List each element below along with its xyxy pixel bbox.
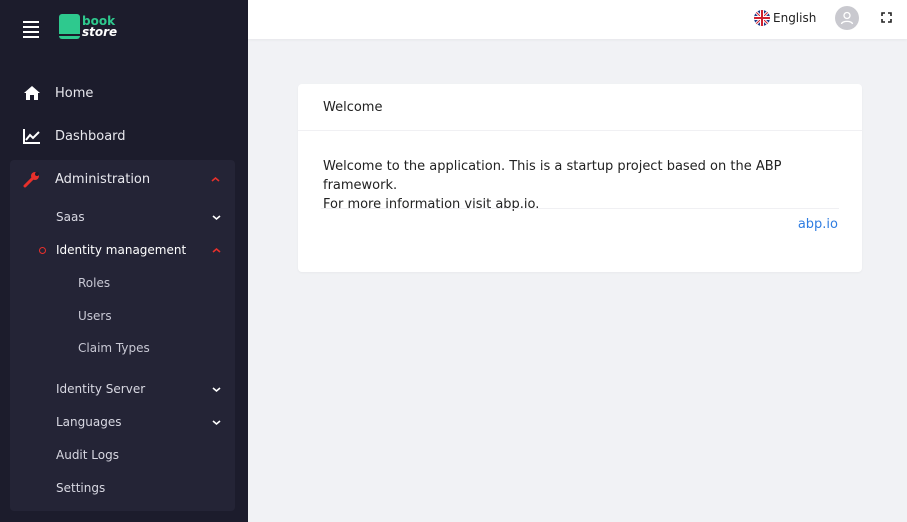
logo-text: book store [82,15,118,39]
sidebar-item-administration[interactable]: Administration [0,161,248,197]
user-icon [840,11,854,25]
chart-line-icon [23,127,41,145]
fullscreen-icon[interactable] [881,12,892,23]
card-text-line2: For more information visit abp.io. [323,197,540,212]
sidebar-item-label: Claim Types [78,341,150,355]
sidebar-item-label: Home [55,85,94,101]
book-logo-icon [59,14,80,39]
welcome-card: Welcome Welcome to the application. This… [298,84,862,272]
sidebar-item-label: Roles [78,276,111,290]
sidebar-item-settings[interactable]: Settings [10,474,235,502]
sidebar-item-label: Audit Logs [56,448,119,462]
app-logo[interactable]: book store [59,14,117,39]
chevron-down-icon [212,214,221,220]
user-avatar[interactable] [835,6,859,30]
sidebar-item-users[interactable]: Users [10,302,235,330]
sidebar-item-home[interactable]: Home [0,75,248,111]
abp-link[interactable]: abp.io [798,217,838,232]
sidebar-item-languages[interactable]: Languages [10,408,235,436]
chevron-up-icon [212,247,221,253]
chevron-up-icon [211,176,220,182]
sidebar-item-claim-types[interactable]: Claim Types [10,334,235,362]
card-title: Welcome [298,84,862,131]
active-dot-icon [39,246,46,254]
sidebar-item-label: Dashboard [55,128,126,144]
logo-line2: store [82,24,118,39]
menu-toggle-icon[interactable] [23,21,39,38]
chevron-down-icon [212,386,221,392]
sidebar-item-dashboard[interactable]: Dashboard [0,118,248,154]
sidebar-item-saas[interactable]: Saas [10,203,235,231]
sidebar-item-label: Languages [56,415,122,429]
topbar: English [248,0,907,39]
sidebar-item-label: Identity management [56,243,187,257]
card-text-line1: Welcome to the application. This is a st… [323,159,782,193]
sidebar-item-identity-management[interactable]: Identity management [10,236,235,264]
home-icon [23,84,41,102]
sidebar: book store Home Dashboard Administration… [0,0,248,522]
card-divider [321,208,839,209]
sidebar-item-label: Administration [55,171,151,187]
chevron-down-icon [212,419,221,425]
wrench-icon [23,170,41,188]
sidebar-item-label: Saas [56,210,85,224]
sidebar-item-label: Settings [56,481,106,495]
card-body: Welcome to the application. This is a st… [298,131,862,214]
sidebar-item-audit-logs[interactable]: Audit Logs [10,441,235,469]
sidebar-item-label: Identity Server [56,382,146,396]
sidebar-item-identity-server[interactable]: Identity Server [10,375,235,403]
sidebar-item-label: Users [78,309,112,323]
uk-flag-icon [754,10,770,26]
sidebar-item-roles[interactable]: Roles [10,269,235,297]
language-selector[interactable]: English [754,10,816,26]
language-label: English [773,11,817,25]
